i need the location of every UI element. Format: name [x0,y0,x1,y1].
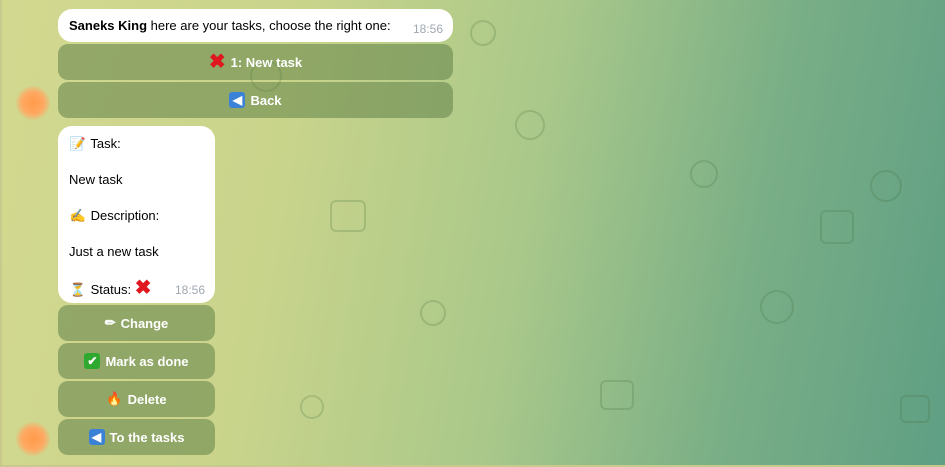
wallpaper-doodle [600,380,634,410]
message-bubble-task-list: Saneks King here are your tasks, choose … [58,9,453,42]
message-text: Saneks King here are your tasks, choose … [69,18,391,34]
wallpaper-doodle [470,20,496,46]
cross-mark-icon: ✖ [208,51,226,73]
description-value: Just a new task [69,244,159,259]
pencil-icon: ✏ [104,315,116,330]
check-mark-icon: ✔ [84,353,101,369]
bot-avatar[interactable] [16,422,50,456]
description-label: Description: [90,208,160,223]
wallpaper-doodle [330,200,366,232]
writing-hand-icon: ✍ [69,208,87,223]
message-bubble-task-details: 📝 Task: New task ✍ Description: Just a n… [58,126,215,303]
wallpaper-doodle [300,395,324,419]
status-label: Status: [90,282,132,297]
button-label: Delete [127,391,167,407]
message-time: 18:56 [174,283,205,297]
wallpaper-doodle [820,210,854,244]
back-arrow-icon: ◀ [229,92,246,108]
to-the-tasks-button[interactable]: ◀ To the tasks [58,419,215,455]
back-arrow-icon: ◀ [88,429,105,445]
task-button-new-task[interactable]: ✖ 1: New task [58,44,453,80]
button-label: Change [120,315,169,331]
button-label: Mark as done [105,353,189,369]
button-label: To the tasks [109,429,185,445]
task-label: Task: [90,136,121,151]
window-border-left [0,0,2,467]
wallpaper-doodle [420,300,446,326]
fire-icon: 🔥 [106,391,123,406]
mark-as-done-button[interactable]: ✔ Mark as done [58,343,215,379]
message-sender: Saneks King [69,18,148,33]
button-label: Back [250,92,282,108]
message-body: here are your tasks, choose the right on… [147,18,391,33]
change-button[interactable]: ✏ Change [58,305,215,341]
hourglass-icon: ⏳ [69,282,87,297]
task-value: New task [69,172,123,187]
back-button[interactable]: ◀ Back [58,82,453,118]
memo-icon: 📝 [69,136,87,151]
wallpaper-doodle [900,395,930,423]
button-label: 1: New task [230,54,303,70]
cross-mark-icon: ✖ [134,277,152,299]
status-line: ⏳ Status: ✖ [69,277,152,299]
wallpaper-doodle [690,160,718,188]
delete-button[interactable]: 🔥 Delete [58,381,215,417]
message-time: 18:56 [412,22,443,36]
bot-avatar[interactable] [16,86,50,120]
wallpaper-doodle [515,110,545,140]
wallpaper-doodle [870,170,902,202]
task-label-line: 📝 Task: [69,136,121,152]
description-label-line: ✍ Description: [69,208,159,224]
wallpaper-doodle [760,290,794,324]
